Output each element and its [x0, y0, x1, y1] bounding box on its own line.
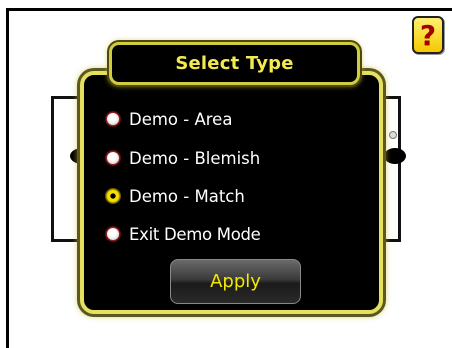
apply-button-label: Apply [210, 271, 261, 292]
apply-button[interactable]: Apply [170, 259, 301, 304]
option-demo-match[interactable]: Demo - Match [106, 184, 245, 208]
screen-frame-left [6, 8, 9, 348]
option-label-demo-blemish: Demo - Blemish [129, 148, 261, 168]
option-exit-demo-mode[interactable]: Exit Demo Mode [106, 222, 261, 246]
radio-demo-area[interactable] [106, 112, 120, 126]
option-label-demo-match: Demo - Match [129, 186, 245, 206]
option-demo-area[interactable]: Demo - Area [106, 107, 232, 131]
dialog-title-bar: Select Type [109, 42, 360, 85]
sensor-right-marker [384, 148, 406, 164]
option-label-exit-demo-mode: Exit Demo Mode [129, 224, 261, 244]
radio-exit-demo-mode[interactable] [106, 227, 120, 241]
help-button[interactable]: ? [412, 16, 444, 54]
sensor-small-indicator [389, 131, 397, 139]
radio-demo-blemish[interactable] [106, 151, 120, 165]
radio-demo-match[interactable] [106, 189, 120, 203]
dialog-title: Select Type [175, 53, 294, 74]
screen-frame-top [6, 8, 452, 11]
help-icon: ? [419, 18, 437, 52]
option-label-demo-area: Demo - Area [129, 109, 233, 129]
option-demo-blemish[interactable]: Demo - Blemish [106, 146, 260, 170]
